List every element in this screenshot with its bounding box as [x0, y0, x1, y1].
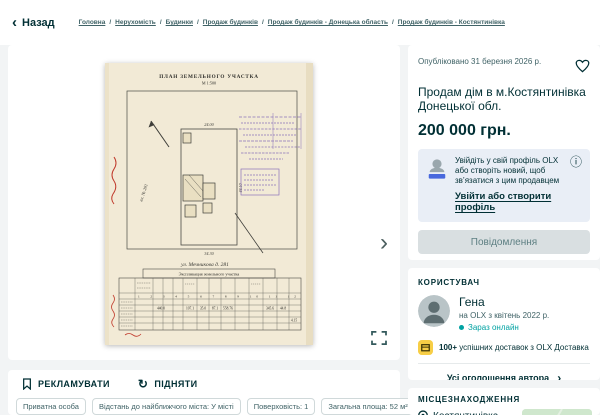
login-prompt-box: Увійдіть у свій профіль OLX або створіть… [418, 149, 590, 222]
advertise-button[interactable]: РЕКЛАМУВАТИ [22, 378, 110, 390]
seller-member-since: на OLX з квітень 2022 р. [459, 311, 549, 320]
online-status-text: Зараз онлайн [468, 323, 519, 332]
seller-name[interactable]: Гена [459, 295, 549, 309]
map-roads [522, 409, 592, 415]
person-icon [418, 295, 450, 327]
all-ads-label: Усі оголошення автора [447, 373, 549, 380]
breadcrumb-real-estate[interactable]: Нерухомість [115, 19, 156, 26]
published-date: Опубліковано 31 березня 2026 р. [418, 57, 541, 66]
listing-title: Продам дім в м.Костянтинівка Донецької о… [418, 85, 590, 113]
listing-meta-panel: РЕКЛАМУВАТИ ↻ ПІДНЯТИ Приватна особа Від… [8, 370, 400, 415]
chip-total-area[interactable]: Загальна площа: 52 м² [321, 398, 414, 415]
breadcrumb-city[interactable]: Продаж будинків - Костянтинівка [398, 19, 505, 26]
chip-distance-to-city[interactable]: Відстань до найближчого міста: У місті [92, 398, 241, 415]
breadcrumb-region[interactable]: Продаж будинків - Донецька область [268, 19, 388, 26]
location-panel: МІСЦЕЗНАХОДЖЕННЯ Костянтинівка [408, 388, 600, 415]
svg-text:4.15: 4.15 [291, 319, 297, 323]
breadcrumb-bar: ‹ Назад Головна Нерухомість Будинки Прод… [0, 0, 600, 45]
boost-button[interactable]: ↻ ПІДНЯТИ [138, 378, 198, 390]
chevron-left-icon: ‹ [12, 15, 17, 30]
svg-text:ул. Мечникова д. 281: ул. Мечникова д. 281 [180, 261, 229, 268]
breadcrumb: Головна Нерухомість Будинки Продаж будин… [79, 19, 509, 26]
location-map-preview[interactable] [522, 409, 592, 415]
breadcrumb-houses[interactable]: Будинки [166, 19, 193, 26]
login-or-register-link[interactable]: Увійти або створити профіль [455, 191, 563, 213]
fullscreen-icon [371, 331, 387, 345]
svg-text:107.1: 107.1 [186, 307, 194, 311]
refresh-icon: ↻ [138, 378, 148, 390]
delivery-count: 100+ [439, 343, 457, 352]
svg-text:44.8: 44.8 [280, 307, 286, 311]
message-button[interactable]: Повідомлення [418, 230, 590, 254]
gallery-next-button[interactable]: › [376, 227, 392, 259]
breadcrumb-houses-sale[interactable]: Продаж будинків [203, 19, 258, 26]
listing-actions: РЕКЛАМУВАТИ ↻ ПІДНЯТИ [22, 378, 388, 390]
olx-listing-page: ‹ Назад Головна Нерухомість Будинки Прод… [0, 0, 600, 415]
chip-private-person[interactable]: Приватна особа [16, 398, 86, 415]
photo-gallery: ПЛАН ЗЕМЕЛЬНОГО УЧАСТКА М 1:500 24.00 44… [8, 45, 400, 360]
svg-text:34.30: 34.30 [204, 251, 214, 256]
location-city: Костянтинівка [433, 411, 498, 415]
svg-text:35.0: 35.0 [200, 307, 206, 311]
svg-text:345.6: 345.6 [266, 307, 274, 311]
fullscreen-button[interactable] [368, 328, 390, 348]
delivery-text: успішних доставок з OLX Доставка [459, 343, 589, 352]
delivery-box-icon [418, 340, 433, 355]
favorite-button[interactable] [575, 59, 590, 78]
delivery-badge: 100+ успішних доставок з OLX Доставка [418, 340, 590, 355]
seller-section-label: КОРИСТУВАЧ [418, 278, 590, 287]
chevron-right-icon: › [557, 371, 561, 380]
svg-text:24.00: 24.00 [204, 122, 214, 127]
profile-card-icon [426, 156, 448, 181]
svg-text:44.10: 44.10 [238, 184, 243, 193]
info-icon[interactable]: ⓘ [570, 156, 582, 215]
back-button[interactable]: ‹ Назад [12, 15, 55, 30]
seller-panel: КОРИСТУВАЧ Гена на OLX з квітень 2022 р.… [408, 268, 600, 380]
boost-label: ПІДНЯТИ [154, 379, 197, 389]
location-section-label: МІСЦЕЗНАХОДЖЕННЯ [418, 395, 590, 404]
listing-photo[interactable]: ПЛАН ЗЕМЕЛЬНОГО УЧАСТКА М 1:500 24.00 44… [105, 63, 313, 345]
heart-icon [575, 59, 590, 73]
chip-floors[interactable]: Поверховість: 1 [247, 398, 316, 415]
breadcrumb-home[interactable]: Головна [79, 19, 106, 26]
listing-summary-panel: Опубліковано 31 березня 2026 р. Продам д… [408, 45, 600, 260]
avatar[interactable] [418, 295, 450, 327]
svg-text:440.0: 440.0 [157, 307, 165, 311]
svg-text:Экспликация земельного участка: Экспликация земельного участка [179, 272, 240, 277]
message-button-label: Повідомлення [471, 237, 537, 248]
advertise-label: РЕКЛАМУВАТИ [38, 379, 110, 389]
listing-price: 200 000 грн. [418, 122, 590, 140]
all-seller-ads-link[interactable]: Усі оголошення автора › [418, 364, 590, 380]
login-prompt-text: Увійдіть у свій профіль OLX або створіть… [455, 156, 563, 186]
svg-text:М 1:500: М 1:500 [202, 81, 216, 86]
svg-text:87.1: 87.1 [212, 307, 218, 311]
back-label: Назад [22, 17, 55, 29]
online-status-dot [459, 325, 464, 330]
chevron-right-icon: › [380, 229, 388, 256]
attribute-chips: Приватна особа Відстань до найближчого м… [16, 398, 388, 415]
plot-plan-scan-image: ПЛАН ЗЕМЕЛЬНОГО УЧАСТКА М 1:500 24.00 44… [105, 63, 313, 345]
bookmark-icon [22, 378, 32, 390]
svg-text:558.76: 558.76 [223, 307, 233, 311]
location-pin-icon [418, 410, 428, 415]
svg-text:ПЛАН ЗЕМЕЛЬНОГО УЧАСТКА: ПЛАН ЗЕМЕЛЬНОГО УЧАСТКА [159, 74, 259, 80]
